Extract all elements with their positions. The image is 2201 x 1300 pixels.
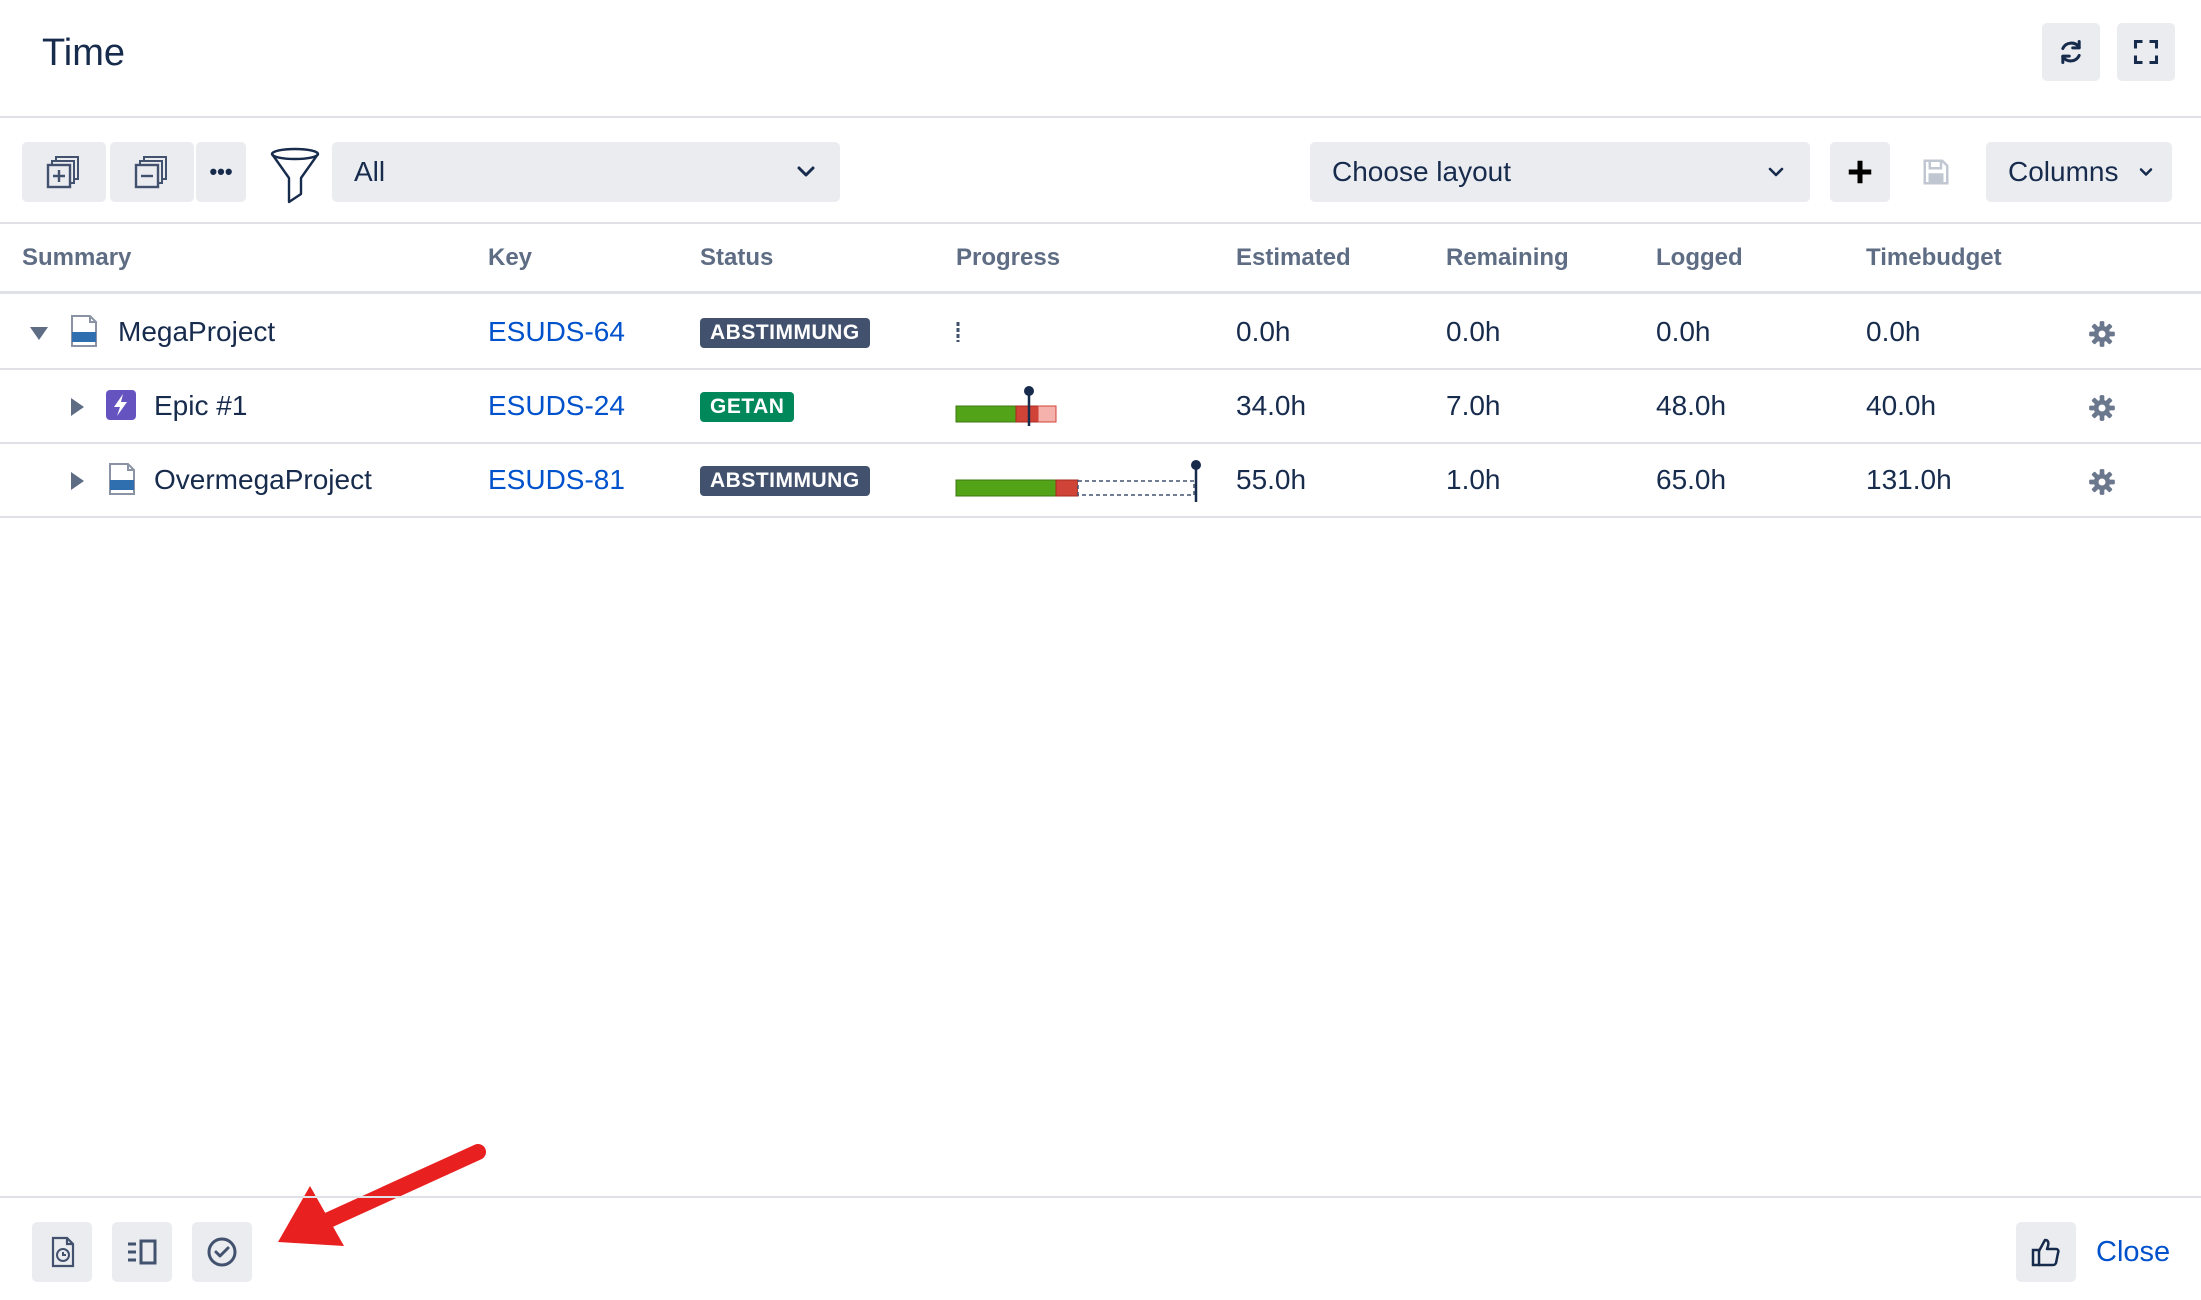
plus-icon xyxy=(1848,160,1872,184)
columns-button-label: Columns xyxy=(2008,156,2119,187)
row-remaining: 0.0h xyxy=(1446,316,1501,347)
status-badge: ABSTIMMUNG xyxy=(700,466,870,496)
row-logged: 0.0h xyxy=(1656,316,1711,347)
check-circle-icon xyxy=(207,1237,237,1267)
row-key-link[interactable]: ESUDS-24 xyxy=(488,390,625,422)
dialog-title: Time xyxy=(42,32,126,74)
layout-select-placeholder: Choose layout xyxy=(1332,156,1512,187)
gear-icon[interactable] xyxy=(2088,394,2116,422)
more-actions-button[interactable]: ••• xyxy=(196,142,246,202)
refresh-button[interactable] xyxy=(2042,23,2100,81)
status-badge: GETAN xyxy=(700,392,795,422)
column-header-key[interactable]: Key xyxy=(488,244,532,272)
fullscreen-button[interactable] xyxy=(2117,23,2175,81)
progress-bar xyxy=(955,386,1057,426)
column-header-summary[interactable]: Summary xyxy=(22,244,131,272)
filter-select-value: All xyxy=(354,156,386,187)
epic-icon xyxy=(106,390,136,420)
page-icon xyxy=(109,463,135,495)
timesheet-button[interactable] xyxy=(32,1222,92,1282)
row-timebudget: 40.0h xyxy=(1866,390,1937,421)
dialog-footer: Close xyxy=(0,1196,2201,1300)
row-estimated: 34.0h xyxy=(1236,390,1307,421)
row-remaining: 1.0h xyxy=(1446,464,1501,495)
timesheet-icon xyxy=(51,1236,75,1268)
save-icon xyxy=(1923,159,1949,185)
page-icon xyxy=(71,315,97,347)
column-header-remaining[interactable]: Remaining xyxy=(1446,244,1569,272)
collapse-triangle-icon[interactable] xyxy=(28,322,50,344)
chevron-down-icon xyxy=(1768,167,1784,177)
layout-select[interactable]: Choose layout xyxy=(1310,142,1810,202)
column-header-estimated[interactable]: Estimated xyxy=(1236,244,1351,272)
row-estimated: 0.0h xyxy=(1236,316,1291,347)
save-layout-button[interactable] xyxy=(1906,142,1966,202)
toolbar: ••• All Choose layout Columns xyxy=(0,120,2201,224)
filter-funnel-icon[interactable] xyxy=(268,146,322,206)
table-row[interactable]: MegaProject ESUDS-64 ABSTIMMUNG 0.0h 0.0… xyxy=(0,296,2201,370)
expand-all-icon xyxy=(46,156,79,189)
dialog-header: Time xyxy=(0,0,2201,118)
row-summary[interactable]: MegaProject xyxy=(118,316,275,348)
row-timebudget: 131.0h xyxy=(1866,464,1952,495)
fullscreen-icon xyxy=(2133,39,2159,65)
like-button[interactable] xyxy=(2016,1222,2076,1282)
gear-icon[interactable] xyxy=(2088,320,2116,348)
table-row[interactable]: Epic #1 ESUDS-24 GETAN 34.0h 7.0h 48.0h … xyxy=(0,370,2201,444)
column-header-timebudget[interactable]: Timebudget xyxy=(1866,244,2002,272)
status-badge: ABSTIMMUNG xyxy=(700,318,870,348)
row-remaining: 7.0h xyxy=(1446,390,1501,421)
table-header: Summary Key Status Progress Estimated Re… xyxy=(0,226,2201,294)
row-key-link[interactable]: ESUDS-64 xyxy=(488,316,625,348)
progress-bar xyxy=(956,322,960,342)
check-status-button[interactable] xyxy=(192,1222,252,1282)
row-key-link[interactable]: ESUDS-81 xyxy=(488,464,625,496)
collapse-all-button[interactable] xyxy=(110,142,194,202)
row-summary[interactable]: Epic #1 xyxy=(154,390,247,422)
thumbs-up-icon xyxy=(2031,1238,2060,1267)
expand-triangle-icon[interactable] xyxy=(66,470,88,492)
row-logged: 65.0h xyxy=(1656,464,1727,495)
expand-triangle-icon[interactable] xyxy=(66,396,88,418)
add-layout-button[interactable] xyxy=(1830,142,1890,202)
close-button[interactable]: Close xyxy=(2096,1236,2170,1269)
refresh-icon xyxy=(2061,39,2081,65)
filter-select[interactable]: All xyxy=(332,142,840,202)
column-header-progress[interactable]: Progress xyxy=(956,244,1060,272)
table-row[interactable]: OvermegaProject ESUDS-81 ABSTIMMUNG 55.0… xyxy=(0,444,2201,518)
row-timebudget: 0.0h xyxy=(1866,316,1921,347)
row-estimated: 55.0h xyxy=(1236,464,1307,495)
column-header-status[interactable]: Status xyxy=(700,244,773,272)
column-header-logged[interactable]: Logged xyxy=(1656,244,1743,272)
chevron-down-icon xyxy=(2139,168,2153,176)
chevron-down-icon xyxy=(797,166,815,177)
list-view-icon xyxy=(128,1239,157,1265)
progress-bar xyxy=(955,460,1201,502)
list-view-button[interactable] xyxy=(112,1222,172,1282)
columns-button[interactable]: Columns xyxy=(1986,142,2172,202)
expand-all-button[interactable] xyxy=(22,142,106,202)
gear-icon[interactable] xyxy=(2088,468,2116,496)
row-summary[interactable]: OvermegaProject xyxy=(154,464,372,496)
row-logged: 48.0h xyxy=(1656,390,1727,421)
collapse-all-icon xyxy=(134,156,167,189)
